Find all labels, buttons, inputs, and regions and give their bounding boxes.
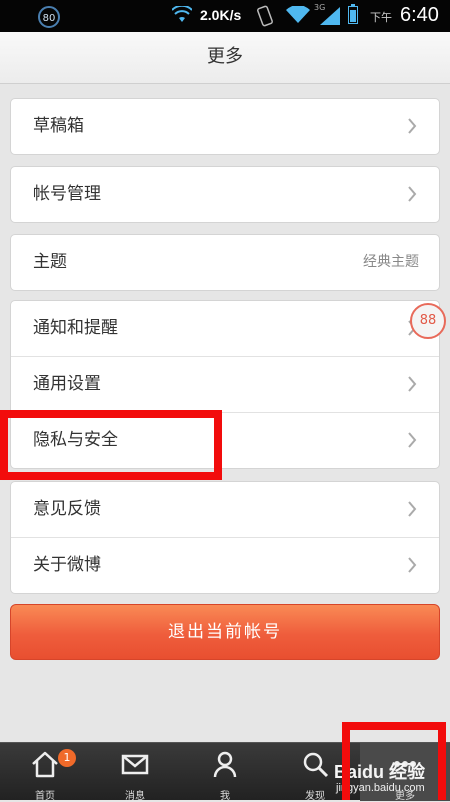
menu-item-theme[interactable]: 主题 经典主题	[11, 235, 439, 290]
menu-item-about[interactable]: 关于微博	[11, 537, 439, 593]
floating-speed-badge[interactable]: 88	[410, 303, 446, 339]
menu-item-account-management[interactable]: 帐号管理	[11, 167, 439, 222]
status-bar: 80 2.0K/s 3G 下午 6:40	[0, 0, 450, 32]
tab-profile[interactable]: 我	[180, 743, 270, 802]
menu-item-feedback[interactable]: 意见反馈	[11, 482, 439, 537]
vibrate-icon	[257, 5, 273, 27]
card-account: 帐号管理	[10, 166, 440, 223]
wifi-icon	[172, 6, 192, 22]
card-theme: 主题 经典主题	[10, 234, 440, 291]
menu-item-general-settings[interactable]: 通用设置	[11, 356, 439, 412]
signal-icon	[320, 7, 340, 25]
tab-messages[interactable]: 消息	[90, 743, 180, 802]
profile-icon	[213, 751, 237, 778]
chevron-right-icon	[408, 432, 417, 448]
highlight-privacy-box	[0, 410, 222, 480]
theme-value: 经典主题	[363, 254, 419, 270]
chevron-right-icon	[408, 501, 417, 517]
home-icon	[32, 751, 58, 778]
menu-item-label: 通用设置	[33, 374, 101, 394]
search-icon	[303, 752, 329, 778]
network-speed: 2.0K/s	[200, 7, 242, 23]
highlight-more-tab-box	[342, 722, 446, 800]
page-title: 更多	[0, 32, 450, 84]
menu-item-label: 通知和提醒	[33, 318, 118, 338]
menu-item-label: 关于微博	[33, 555, 101, 575]
menu-item-drafts[interactable]: 草稿箱	[11, 99, 439, 154]
clock: 6:40	[400, 4, 439, 26]
chevron-right-icon	[408, 118, 417, 134]
card-about: 意见反馈 关于微博	[10, 481, 440, 594]
logout-button[interactable]: 退出当前帐号	[10, 604, 440, 660]
wifi-strength-icon	[286, 6, 310, 23]
chevron-right-icon	[408, 557, 417, 573]
menu-item-notifications[interactable]: 通知和提醒	[11, 301, 439, 356]
ampm-label: 下午	[370, 11, 392, 24]
tab-home[interactable]: 1 首页	[0, 743, 90, 802]
menu-item-label: 主题	[33, 252, 67, 272]
card-drafts: 草稿箱	[10, 98, 440, 155]
chevron-right-icon	[408, 186, 417, 202]
menu-item-label: 帐号管理	[33, 184, 101, 204]
chevron-right-icon	[408, 376, 417, 392]
notification-badge: 80	[38, 6, 60, 28]
menu-item-label: 草稿箱	[33, 116, 84, 136]
battery-icon	[348, 4, 358, 24]
unread-badge: 1	[58, 749, 76, 767]
message-icon	[121, 754, 149, 775]
menu-item-label: 意见反馈	[33, 499, 101, 519]
